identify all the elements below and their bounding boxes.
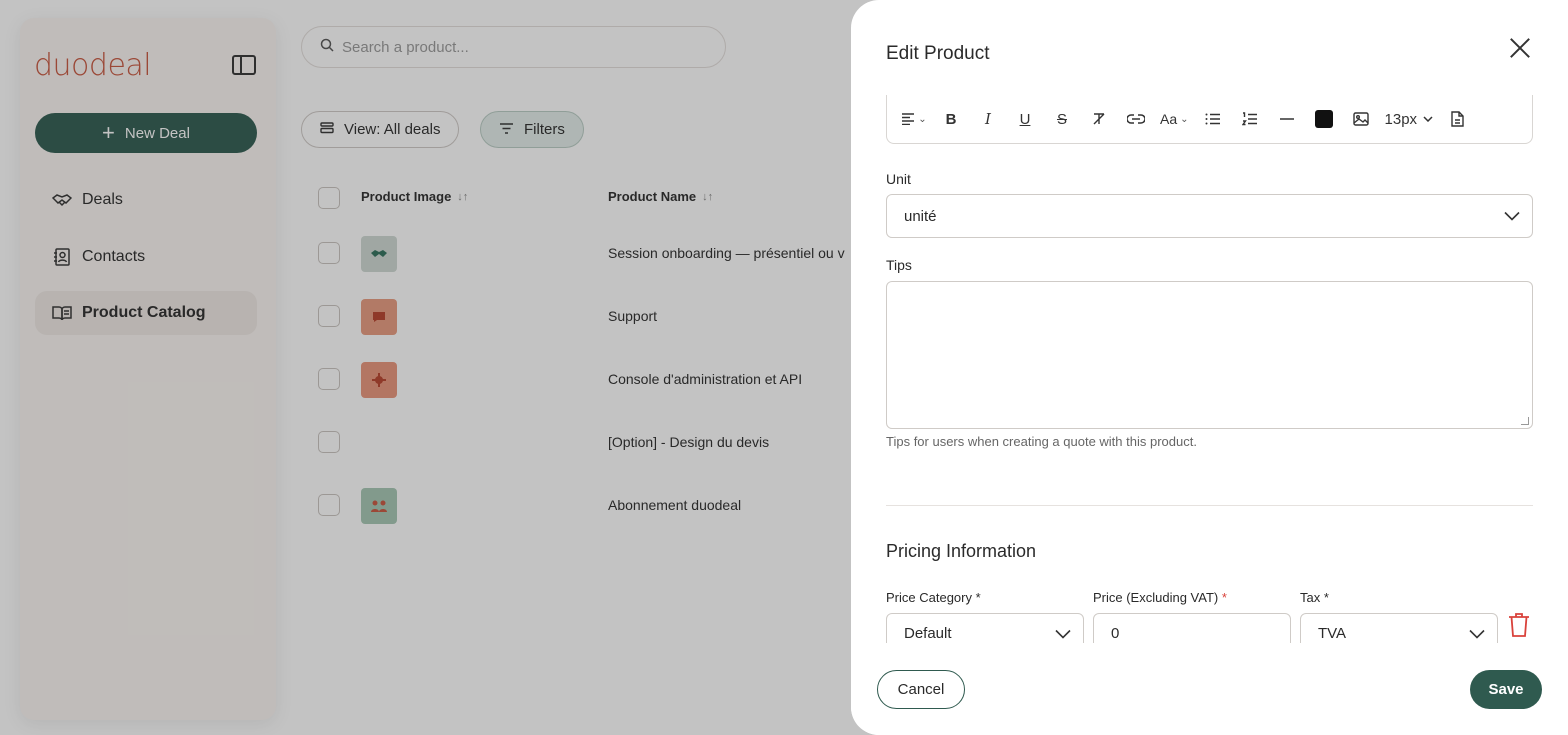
- text-style-icon: Aa: [1160, 111, 1178, 127]
- font-style-button[interactable]: Aa ⌄: [1160, 106, 1189, 132]
- link-icon[interactable]: [1123, 106, 1149, 132]
- font-size-value: 13px: [1384, 110, 1418, 128]
- strikethrough-icon[interactable]: S: [1049, 106, 1075, 132]
- unit-select[interactable]: unité: [886, 194, 1533, 238]
- divider: [886, 505, 1533, 506]
- underline-icon[interactable]: U: [1012, 106, 1038, 132]
- color-swatch: [1314, 110, 1333, 128]
- chevron-down-icon: [1504, 208, 1520, 225]
- price-label: Price (Excluding VAT) *: [1093, 590, 1227, 605]
- trash-icon[interactable]: [1508, 613, 1530, 642]
- close-icon[interactable]: [1508, 36, 1532, 60]
- price-category-value: Default: [904, 624, 952, 642]
- italic-icon[interactable]: I: [975, 106, 1001, 132]
- chevron-down-icon: [1469, 626, 1485, 643]
- required-mark: *: [1221, 590, 1227, 605]
- save-button[interactable]: Save: [1470, 670, 1542, 709]
- tips-label: Tips: [886, 257, 912, 273]
- edit-product-drawer: Edit Product ⌄ B I U S Aa ⌄ 13px Unit un…: [851, 0, 1568, 735]
- drawer-title: Edit Product: [886, 43, 990, 64]
- align-button[interactable]: ⌄: [901, 106, 927, 132]
- tips-textarea[interactable]: [886, 281, 1533, 429]
- price-value: 0: [1111, 624, 1120, 642]
- chevron-down-icon: ⌄: [1180, 113, 1189, 125]
- image-icon[interactable]: [1348, 106, 1374, 132]
- align-left-icon: [901, 113, 915, 125]
- unit-label: Unit: [886, 171, 911, 187]
- bullet-list-icon[interactable]: [1200, 106, 1226, 132]
- document-icon[interactable]: [1444, 106, 1470, 132]
- horizontal-rule-icon[interactable]: [1274, 106, 1300, 132]
- tips-hint: Tips for users when creating a quote wit…: [886, 434, 1197, 449]
- drawer-footer: Cancel Save: [851, 643, 1568, 735]
- rich-text-toolbar: ⌄ B I U S Aa ⌄ 13px: [886, 95, 1533, 144]
- price-category-label: Price Category *: [886, 590, 981, 605]
- chevron-down-icon: [1423, 116, 1433, 122]
- chevron-down-icon: [1055, 626, 1071, 643]
- price-label-text: Price (Excluding VAT): [1093, 590, 1219, 605]
- tax-label: Tax *: [1300, 590, 1329, 605]
- pricing-section-title: Pricing Information: [886, 541, 1037, 561]
- tax-value: TVA: [1318, 624, 1347, 642]
- numbered-list-icon[interactable]: [1237, 106, 1263, 132]
- bold-icon[interactable]: B: [938, 106, 964, 132]
- chevron-down-icon: ⌄: [918, 113, 927, 125]
- text-color-picker[interactable]: [1311, 106, 1337, 132]
- unit-value: unité: [904, 207, 937, 225]
- clear-format-icon[interactable]: [1086, 106, 1112, 132]
- cancel-button[interactable]: Cancel: [877, 670, 965, 709]
- font-size-select[interactable]: 13px: [1385, 106, 1434, 132]
- resize-handle-icon[interactable]: [1521, 417, 1529, 425]
